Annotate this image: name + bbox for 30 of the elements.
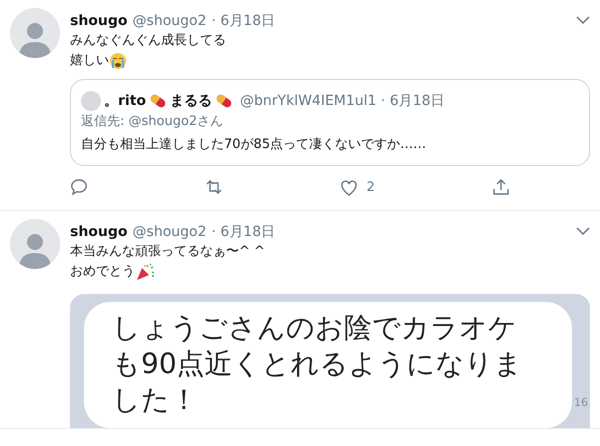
- tweet-date: · 6月18日: [212, 12, 276, 31]
- share-icon[interactable]: [492, 178, 510, 196]
- message-text: しょうごさんのお陰でカラオケ: [112, 310, 518, 346]
- user-name: 。rito: [104, 92, 146, 111]
- message-text: した！: [112, 382, 199, 418]
- user-name: shougo: [70, 12, 128, 31]
- tweet-text: 嬉しい: [70, 52, 109, 70]
- message-time: 16: [574, 395, 588, 411]
- retweet-icon[interactable]: [205, 178, 224, 196]
- user-name: shougo: [70, 222, 128, 242]
- heart-icon[interactable]: [340, 178, 358, 197]
- chevron-down-icon[interactable]: [576, 226, 590, 236]
- message-text: も90点近くとれるようになりま: [112, 346, 524, 382]
- tweet-text: おめでとう: [70, 262, 135, 280]
- like-count: 2: [366, 179, 375, 197]
- reply-to-text: 返信先: @shougo2さん: [81, 113, 224, 131]
- user-handle: @bnrYklW4IEM1ul1 · 6月18日: [240, 92, 445, 111]
- crying-face-icon: [109, 52, 127, 70]
- reply-icon[interactable]: [70, 178, 88, 196]
- chevron-down-icon[interactable]: [576, 15, 590, 25]
- avatar: [81, 91, 101, 111]
- user-handle: @shougo2: [132, 12, 206, 31]
- tweet-text: 本当みんな頑張ってるなぁ〜^ ^: [70, 242, 265, 260]
- person-silhouette-icon: [18, 20, 52, 58]
- tweet-text: みんなぐんぐん成長してる: [70, 32, 226, 50]
- user-handle: @shougo2: [132, 222, 206, 242]
- party-popper-icon: [135, 262, 155, 282]
- tweet-date: · 6月18日: [212, 222, 276, 242]
- tweet-text: 自分も相当上達しました70が85点って凄くないですか……: [81, 136, 428, 154]
- user-name: まるる: [170, 92, 212, 111]
